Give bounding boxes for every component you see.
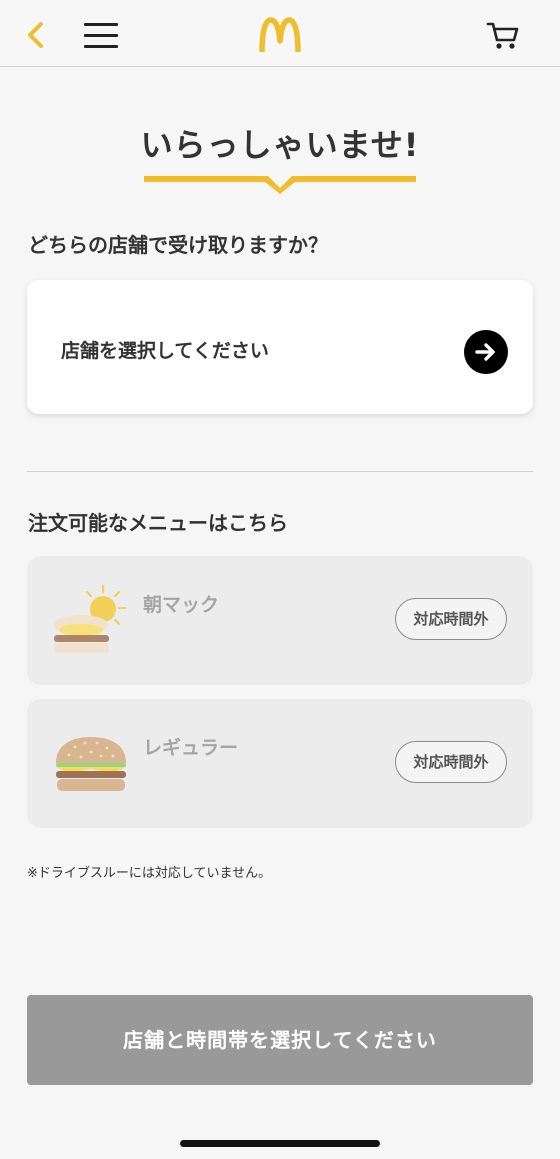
section-divider (27, 471, 533, 472)
cart-button[interactable] (486, 20, 520, 52)
submit-button[interactable]: 店舗と時間帯を選択してください (27, 995, 533, 1085)
burger-icon (56, 737, 126, 791)
store-question-heading: どちらの店舗で受け取りますか？ (28, 233, 328, 257)
hamburger-line (84, 34, 118, 37)
golden-arches-logo[interactable] (259, 17, 301, 53)
hamburger-menu-icon (84, 23, 118, 26)
welcome-title: いらっしゃいませ! (140, 126, 420, 164)
store-select-label: 店舗を選択してください (61, 340, 269, 362)
hamburger-line (84, 45, 118, 48)
drive-thru-note: ※ドライブスルーには対応していません。 (27, 866, 272, 881)
menu-item-name: レギュラー (143, 737, 239, 759)
home-indicator (180, 1140, 380, 1147)
status-badge: 対応時間外 (395, 598, 507, 640)
menu-section-heading: 注文可能なメニューはこちら (28, 511, 288, 535)
breakfast-sun-icon (54, 584, 127, 653)
back-button[interactable] (22, 18, 52, 52)
chevron-left-icon (28, 22, 43, 48)
menu-item-name: 朝マック (143, 594, 220, 616)
menu-item-regular[interactable]: レギュラー 対応時間外 (27, 699, 533, 828)
status-badge: 対応時間外 (395, 741, 507, 783)
menu-item-breakfast[interactable]: 朝マック 対応時間外 (27, 556, 533, 685)
cart-icon (486, 22, 519, 49)
store-select-card[interactable]: 店舗を選択してください (27, 280, 533, 414)
arrow-right-circle-icon[interactable] (464, 330, 508, 374)
app-header (0, 0, 560, 67)
hamburger-menu-button[interactable] (84, 22, 118, 50)
welcome-underline-decoration (144, 176, 416, 194)
